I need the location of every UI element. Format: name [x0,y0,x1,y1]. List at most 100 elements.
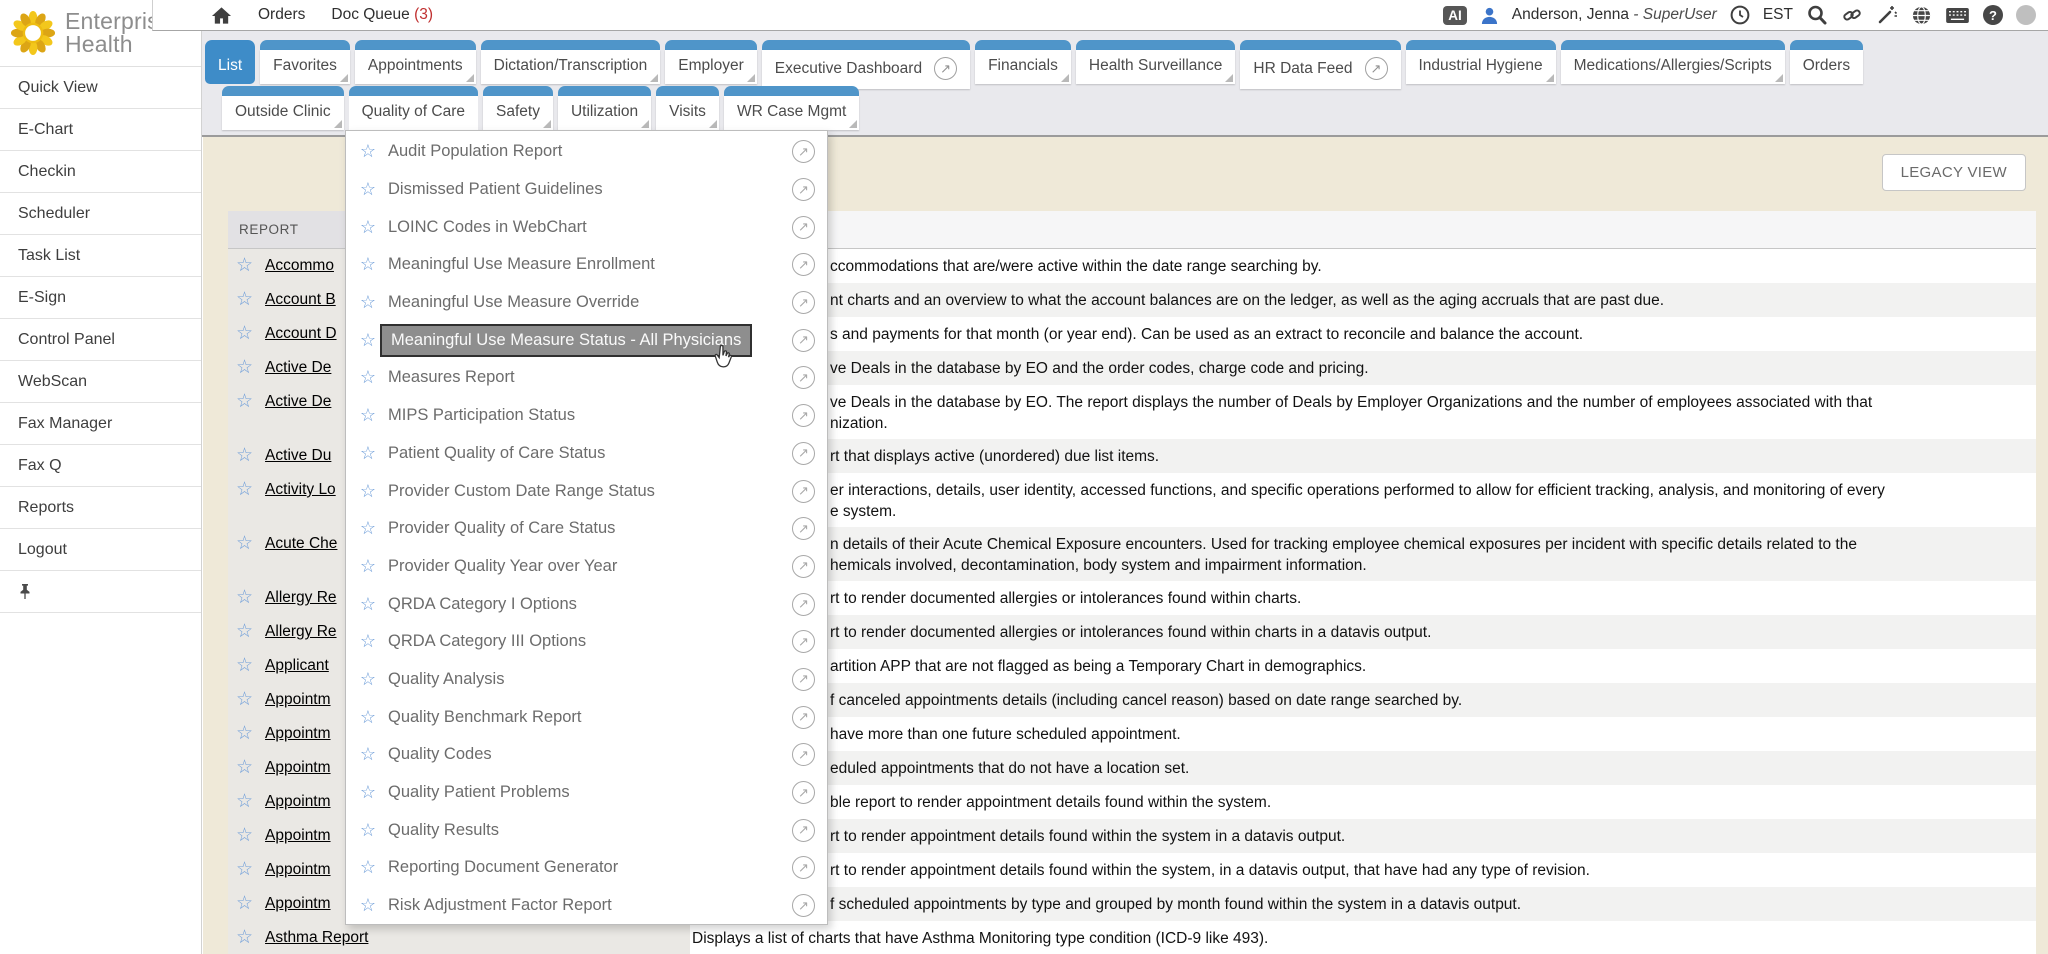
dropdown-item[interactable]: ☆ Provider Quality of Care Status ↗ [346,510,827,548]
open-new-window-icon[interactable]: ↗ [934,57,957,80]
sidebar-item[interactable]: Quick View [0,67,201,109]
open-new-window-icon[interactable]: ↗ [792,366,815,389]
sidebar-item[interactable]: Reports [0,487,201,529]
home-icon[interactable] [211,5,232,25]
favorite-star-icon[interactable]: ☆ [358,556,378,577]
dropdown-item[interactable]: ☆ Provider Custom Date Range Status ↗ [346,472,827,510]
favorite-star-icon[interactable]: ☆ [236,255,253,276]
open-new-window-icon[interactable]: ↗ [792,140,815,163]
favorite-star-icon[interactable]: ☆ [358,782,378,803]
report-link[interactable]: Acute Che [265,533,337,554]
favorite-star-icon[interactable]: ☆ [236,723,253,744]
tab[interactable]: Outside Clinic [222,86,344,133]
tab[interactable]: Employer [665,40,756,89]
favorite-star-icon[interactable]: ☆ [358,481,378,502]
open-new-window-icon[interactable]: ↗ [792,819,815,842]
report-link[interactable]: Active De [265,357,331,378]
sidebar-item[interactable]: E-Sign [0,277,201,319]
dropdown-item[interactable]: ☆ Risk Adjustment Factor Report ↗ [346,887,827,925]
favorite-star-icon[interactable]: ☆ [358,631,378,652]
favorite-star-icon[interactable]: ☆ [236,621,253,642]
tab[interactable]: Favorites [260,40,350,89]
report-link[interactable]: Appointm [265,723,330,744]
open-new-window-icon[interactable]: ↗ [792,894,815,917]
report-link[interactable]: Allergy Re [265,621,337,642]
favorite-star-icon[interactable]: ☆ [236,859,253,880]
favorite-star-icon[interactable]: ☆ [358,518,378,539]
tab[interactable]: Medications/Allergies/Scripts [1561,40,1785,89]
sidebar-item[interactable]: Task List [0,235,201,277]
tab[interactable]: Health Surveillance [1076,40,1236,89]
report-link[interactable]: Account B [265,289,336,310]
dropdown-item[interactable]: ☆ Quality Results ↗ [346,811,827,849]
sidebar-item[interactable]: Checkin [0,151,201,193]
favorite-star-icon[interactable]: ☆ [358,857,378,878]
favorite-star-icon[interactable]: ☆ [358,669,378,690]
globe-icon[interactable] [1911,5,1932,26]
favorite-star-icon[interactable]: ☆ [358,179,378,200]
dropdown-item[interactable]: ☆ Quality Patient Problems ↗ [346,774,827,812]
breadcrumb-orders-link[interactable]: Orders [258,6,305,24]
keyboard-icon[interactable] [1945,7,1970,24]
favorite-star-icon[interactable]: ☆ [236,445,253,466]
open-new-window-icon[interactable]: ↗ [792,404,815,427]
dropdown-item[interactable]: ☆ Meaningful Use Measure Enrollment ↗ [346,246,827,284]
favorite-star-icon[interactable]: ☆ [358,820,378,841]
tab[interactable]: Safety [483,86,553,133]
tab[interactable]: Financials [975,40,1071,89]
sidebar-item[interactable]: E-Chart [0,109,201,151]
report-link[interactable]: Accommo [265,255,334,276]
sidebar-item[interactable]: Logout [0,529,201,571]
open-new-window-icon[interactable]: ↗ [792,480,815,503]
tab[interactable]: Appointments [355,40,476,89]
favorite-star-icon[interactable]: ☆ [236,757,253,778]
sidebar-item[interactable]: Fax Manager [0,403,201,445]
favorite-star-icon[interactable]: ☆ [358,330,378,351]
open-new-window-icon[interactable]: ↗ [792,253,815,276]
favorite-star-icon[interactable]: ☆ [236,791,253,812]
tab[interactable]: WR Case Mgmt [724,86,859,133]
favorite-star-icon[interactable]: ☆ [358,895,378,916]
open-new-window-icon[interactable]: ↗ [1365,57,1388,80]
favorite-star-icon[interactable]: ☆ [236,893,253,914]
tab[interactable]: List [205,40,255,89]
report-link[interactable]: Account D [265,323,337,344]
dropdown-item[interactable]: ☆ Dismissed Patient Guidelines ↗ [346,171,827,209]
open-new-window-icon[interactable]: ↗ [792,291,815,314]
report-link[interactable]: Appointm [265,689,330,710]
report-link[interactable]: Appointm [265,791,330,812]
open-new-window-icon[interactable]: ↗ [792,856,815,879]
favorite-star-icon[interactable]: ☆ [358,744,378,765]
dropdown-item[interactable]: ☆ Reporting Document Generator ↗ [346,849,827,887]
report-link[interactable]: Allergy Re [265,587,337,608]
open-new-window-icon[interactable]: ↗ [792,216,815,239]
report-link[interactable]: Asthma Report [265,927,368,948]
favorite-star-icon[interactable]: ☆ [236,289,253,310]
link-icon[interactable] [1841,4,1863,26]
report-link[interactable]: Activity Lo [265,479,336,500]
favorite-star-icon[interactable]: ☆ [236,587,253,608]
favorite-star-icon[interactable]: ☆ [358,707,378,728]
open-new-window-icon[interactable]: ↗ [792,329,815,352]
favorite-star-icon[interactable]: ☆ [236,927,253,948]
favorite-star-icon[interactable]: ☆ [236,357,253,378]
dropdown-item[interactable]: ☆ Meaningful Use Measure Status - All Ph… [346,321,827,359]
open-new-window-icon[interactable]: ↗ [792,555,815,578]
report-link[interactable]: Appointm [265,757,330,778]
favorite-star-icon[interactable]: ☆ [358,292,378,313]
sidebar-pin-button[interactable] [0,571,201,613]
tab[interactable]: Orders [1790,40,1863,89]
sidebar-item[interactable]: Scheduler [0,193,201,235]
favorite-star-icon[interactable]: ☆ [236,655,253,676]
dropdown-item[interactable]: ☆ Quality Analysis ↗ [346,661,827,699]
favorite-star-icon[interactable]: ☆ [236,533,253,554]
open-new-window-icon[interactable]: ↗ [792,781,815,804]
breadcrumb-doc-queue-link[interactable]: Doc Queue (3) [331,6,433,24]
sidebar-item[interactable]: Fax Q [0,445,201,487]
tab[interactable]: Executive Dashboard ↗ [762,40,970,89]
open-new-window-icon[interactable]: ↗ [792,517,815,540]
report-link[interactable]: Appointm [265,825,330,846]
open-new-window-icon[interactable]: ↗ [792,668,815,691]
dropdown-item[interactable]: ☆ Quality Benchmark Report ↗ [346,698,827,736]
favorite-star-icon[interactable]: ☆ [236,689,253,710]
